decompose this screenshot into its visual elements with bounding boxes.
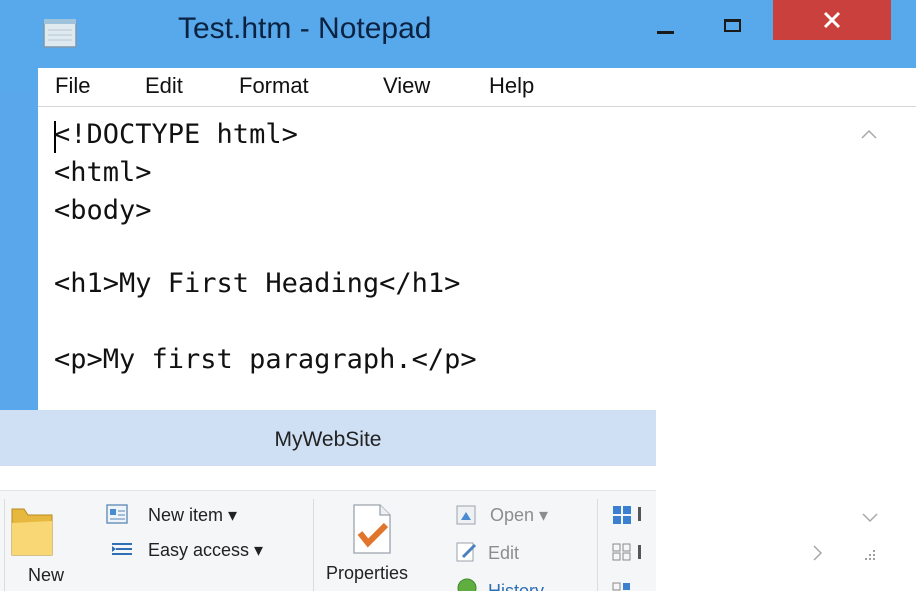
menu-edit[interactable]: Edit [145, 73, 183, 99]
ribbon-separator [597, 499, 598, 591]
menu-bar: File Edit Format View Help [38, 68, 916, 107]
resize-grip-icon[interactable] [860, 545, 878, 563]
properties-button-label[interactable]: Properties [326, 563, 408, 584]
code-line: <html> [54, 157, 152, 188]
maximize-icon [724, 18, 741, 32]
history-icon [455, 577, 479, 591]
new-item-icon [106, 503, 132, 530]
maximize-button[interactable] [705, 0, 760, 50]
ribbon-separator [4, 499, 5, 591]
code-line: <h1>My First Heading</h1> [54, 268, 461, 299]
explorer-title: MyWebSite [274, 428, 382, 451]
scroll-up-icon[interactable] [861, 126, 877, 144]
explorer-tab-strip [0, 466, 656, 490]
code-line: <!DOCTYPE html> [54, 119, 298, 150]
new-button-label[interactable]: New [28, 565, 64, 586]
ribbon-separator [313, 499, 314, 591]
window-title: Test.htm - Notepad [178, 12, 432, 45]
scroll-down-icon[interactable] [862, 510, 878, 528]
notepad-app-icon [42, 18, 78, 48]
properties-icon[interactable] [350, 503, 396, 560]
easy-access-icon [110, 538, 136, 565]
new-folder-icon[interactable] [8, 501, 56, 564]
menu-help[interactable]: Help [489, 73, 534, 99]
menu-file[interactable]: File [55, 73, 90, 99]
code-line: <p>My first paragraph.</p> [54, 344, 477, 375]
edit-icon [455, 541, 479, 568]
easy-access-button[interactable]: Easy access ▾ [148, 540, 263, 561]
edit-button[interactable]: Edit [488, 543, 519, 564]
scroll-right-icon[interactable] [813, 545, 823, 566]
new-item-button[interactable]: New item ▾ [148, 505, 237, 526]
open-icon [455, 504, 479, 531]
open-button[interactable]: Open ▾ [490, 505, 548, 526]
explorer-ribbon: New New item ▾ Easy access ▾ Properties [0, 490, 656, 591]
select-all-icon[interactable] [612, 505, 656, 600]
minimize-button[interactable] [640, 0, 690, 50]
close-button[interactable] [773, 0, 891, 40]
explorer-titlebar[interactable]: MyWebSite [0, 410, 656, 466]
code-line: <body> [54, 195, 152, 226]
menu-format[interactable]: Format [239, 73, 309, 99]
minimize-icon [656, 30, 674, 34]
close-icon [823, 11, 841, 29]
menu-view[interactable]: View [383, 73, 430, 99]
